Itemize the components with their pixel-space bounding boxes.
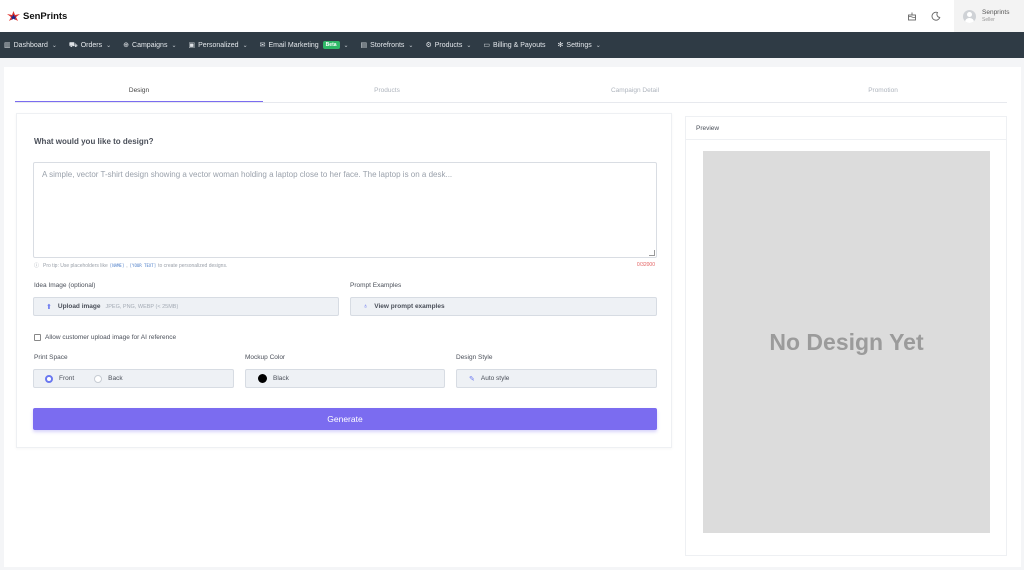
nav-label: Settings: [566, 41, 592, 49]
nav-label: Orders: [80, 41, 103, 49]
chevron-down-icon: ⌄: [171, 42, 177, 49]
avatar: [963, 9, 976, 23]
nav-dashboard[interactable]: ▥ Dashboard ⌄: [4, 41, 57, 50]
resize-handle-icon[interactable]: [649, 250, 655, 256]
store-icon: ▤: [360, 42, 368, 49]
step-design[interactable]: Design: [15, 83, 263, 102]
logo-icon: [7, 11, 20, 21]
logo[interactable]: SenPrints: [7, 11, 67, 22]
upload-label: Upload image: [57, 303, 101, 310]
chevron-down-icon: ⌄: [343, 42, 349, 49]
chevron-down-icon: ⌄: [242, 42, 248, 49]
char-counter: 0/32000: [636, 262, 655, 268]
chevron-down-icon: ⌄: [106, 42, 112, 49]
credit-card-icon: ▭: [483, 42, 491, 49]
print-back-label[interactable]: Back: [108, 375, 122, 382]
upload-hint: JPEG, PNG, WEBP (< 25MB): [105, 303, 179, 310]
nav-orders[interactable]: ⛟ Orders ⌄: [69, 41, 111, 50]
design-style-value: Auto style: [480, 375, 510, 382]
mail-icon: ✉: [259, 42, 266, 49]
design-question: What would you like to design?: [34, 137, 154, 146]
nav-storefronts[interactable]: ▤ Storefronts ⌄: [360, 41, 414, 50]
tip-code-text: [YOUR TEXT]: [129, 263, 157, 268]
settings-icon: ⚙: [425, 42, 432, 49]
nav-email-marketing[interactable]: ✉ Email Marketing Beta ⌄: [260, 41, 349, 49]
design-card: What would you like to design? A simple,…: [16, 113, 672, 448]
chevron-down-icon: ⌄: [51, 42, 57, 49]
radio-front[interactable]: [45, 374, 53, 383]
nav-products[interactable]: ⚙ Products ⌄: [425, 41, 472, 50]
nav-label: Dashboard: [13, 41, 48, 49]
info-icon: ⓘ: [34, 263, 40, 269]
nav-label: Billing & Payouts: [493, 41, 546, 49]
upload-icon: ⬆: [46, 303, 52, 311]
nav-label: Storefronts: [370, 41, 405, 49]
mockup-color-select[interactable]: Black: [245, 369, 445, 388]
beta-badge: Beta: [322, 41, 340, 49]
allow-upload-label: Allow customer upload image for AI refer…: [45, 334, 177, 341]
top-header: SenPrints Senprints Seller: [0, 0, 1024, 32]
chevron-down-icon: ⌄: [595, 42, 601, 49]
cart-icon: ⛟: [68, 41, 78, 49]
nav-label: Email Marketing: [268, 41, 319, 49]
allow-upload-option[interactable]: Allow customer upload image for AI refer…: [34, 334, 176, 341]
divider: [686, 139, 1006, 140]
nav-label: Products: [434, 41, 463, 49]
mockup-color-label: Mockup Color: [245, 354, 286, 361]
nav-campaigns[interactable]: ⊕ Campaigns ⌄: [123, 41, 177, 50]
prompt-examples-label: Prompt Examples: [350, 282, 402, 289]
print-space-label: Print Space: [34, 354, 68, 361]
wizard-steps: Design Products Campaign Detail Promotio…: [15, 83, 1007, 103]
empty-preview-text: No Design Yet: [769, 328, 924, 355]
view-prompt-examples-button[interactable]: ♁ View prompt examples: [350, 297, 657, 316]
idea-image-label: Idea Image (optional): [34, 282, 96, 289]
chart-icon: ▥: [4, 42, 11, 49]
print-space-selector: Front Back: [33, 369, 234, 388]
radio-back[interactable]: [94, 374, 103, 383]
globe-icon: ⊕: [123, 42, 130, 49]
tip-code-name: [NAME]: [109, 263, 125, 268]
user-name: Senprints: [982, 8, 1010, 16]
design-style-label: Design Style: [456, 354, 493, 361]
image-icon: ▣: [188, 42, 196, 49]
generate-button[interactable]: Generate: [33, 408, 657, 430]
view-examples-label: View prompt examples: [374, 303, 445, 310]
design-style-select[interactable]: ✎ Auto style: [456, 369, 657, 388]
mockup-color-value: Black: [273, 375, 289, 382]
tip-suffix: to create personalized designs.: [158, 262, 228, 269]
nav-billing[interactable]: ▭ Billing & Payouts: [483, 41, 546, 50]
prompt-textarea[interactable]: A simple, vector T-shirt design showing …: [33, 162, 657, 258]
color-swatch: [258, 374, 267, 383]
gear-icon: ✻: [557, 42, 564, 49]
lightbulb-icon: ♁: [363, 303, 369, 310]
cake-icon[interactable]: [900, 0, 924, 32]
prompt-placeholder: A simple, vector T-shirt design showing …: [42, 170, 453, 179]
nav-label: Campaigns: [132, 41, 168, 49]
pro-tip: ⓘ Pro tip: Use placeholders like [NAME],…: [34, 262, 228, 270]
main-nav: ▥ Dashboard ⌄ ⛟ Orders ⌄ ⊕ Campaigns ⌄ ▣ Person…: [0, 32, 1024, 58]
upload-image-button[interactable]: ⬆ Upload image JPEG, PNG, WEBP (< 25MB): [33, 297, 339, 316]
preview-title: Preview: [696, 125, 720, 132]
chevron-down-icon: ⌄: [466, 42, 472, 49]
nav-label: Personalized: [198, 41, 239, 49]
allow-upload-checkbox[interactable]: [34, 334, 41, 341]
wand-icon: ✎: [469, 375, 475, 383]
step-promotion[interactable]: Promotion: [759, 83, 1007, 102]
logo-text: SenPrints: [23, 10, 68, 22]
preview-canvas: No Design Yet: [703, 151, 990, 533]
user-role: Seller: [982, 16, 995, 23]
preview-panel: Preview No Design Yet: [685, 116, 1007, 556]
user-menu[interactable]: Senprints Seller: [954, 0, 1024, 32]
tip-prefix: Pro tip: Use placeholders like: [43, 262, 108, 269]
moon-icon[interactable]: [924, 0, 948, 32]
chevron-down-icon: ⌄: [408, 42, 414, 49]
step-products[interactable]: Products: [263, 83, 511, 102]
nav-personalized[interactable]: ▣ Personalized ⌄: [188, 41, 248, 50]
nav-settings[interactable]: ✻ Settings ⌄: [557, 41, 601, 50]
step-campaign-detail[interactable]: Campaign Detail: [511, 83, 759, 102]
print-front-label[interactable]: Front: [59, 375, 74, 382]
